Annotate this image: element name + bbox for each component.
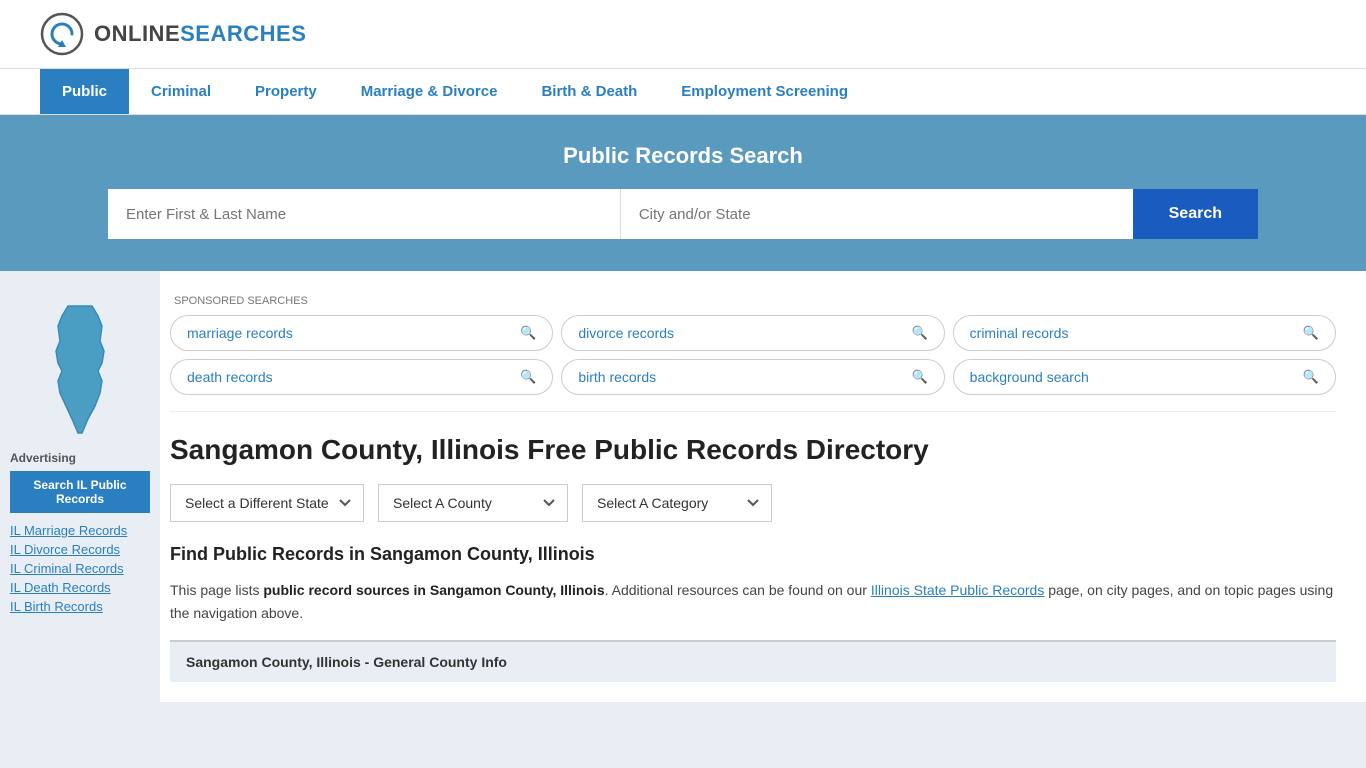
location-input[interactable] <box>621 189 1133 239</box>
pill-divorce[interactable]: divorce records 🔍 <box>561 315 944 351</box>
main-navigation: Public Criminal Property Marriage & Divo… <box>0 69 1366 115</box>
pill-death[interactable]: death records 🔍 <box>170 359 553 395</box>
search-banner-title: Public Records Search <box>40 143 1326 169</box>
name-input[interactable] <box>108 189 621 239</box>
county-info-bar: Sangamon County, Illinois - General Coun… <box>170 640 1336 682</box>
nav-item-marriage-divorce[interactable]: Marriage & Divorce <box>339 69 520 114</box>
logo-icon <box>40 12 84 56</box>
sidebar-link-birth[interactable]: IL Birth Records <box>10 599 150 614</box>
content-wrapper: Advertising Search IL Public Records IL … <box>0 271 1366 702</box>
search-icon-5: 🔍 <box>1303 369 1319 385</box>
search-icon-3: 🔍 <box>520 369 536 385</box>
pill-criminal[interactable]: criminal records 🔍 <box>953 315 1336 351</box>
sidebar-link-marriage[interactable]: IL Marriage Records <box>10 523 150 538</box>
nav-item-property[interactable]: Property <box>233 69 339 114</box>
pill-marriage[interactable]: marriage records 🔍 <box>170 315 553 351</box>
pill-background[interactable]: background search 🔍 <box>953 359 1336 395</box>
sidebar-link-death[interactable]: IL Death Records <box>10 580 150 595</box>
search-banner: Public Records Search Search <box>0 115 1366 271</box>
search-icon-1: 🔍 <box>911 325 927 341</box>
dropdowns-row: Select a Different State Select A County… <box>170 484 1336 522</box>
sidebar-ad-label: Advertising <box>10 451 150 465</box>
sponsored-section: SPONSORED SEARCHES marriage records 🔍 di… <box>170 285 1336 412</box>
sidebar-link-divorce[interactable]: IL Divorce Records <box>10 542 150 557</box>
search-icon-4: 🔍 <box>911 369 927 385</box>
county-dropdown[interactable]: Select A County <box>378 484 568 522</box>
site-header: ONLINE SEARCHES <box>0 0 1366 69</box>
description-paragraph: This page lists public record sources in… <box>170 579 1336 624</box>
search-button[interactable]: Search <box>1133 189 1258 239</box>
logo[interactable]: ONLINE SEARCHES <box>40 12 306 56</box>
left-panel: Advertising Search IL Public Records IL … <box>0 271 160 702</box>
logo-text: ONLINE SEARCHES <box>94 21 306 47</box>
state-records-link[interactable]: Illinois State Public Records <box>871 582 1045 598</box>
nav-item-employment[interactable]: Employment Screening <box>659 69 870 114</box>
page-heading: Sangamon County, Illinois Free Public Re… <box>170 412 1336 484</box>
illinois-map <box>30 301 130 441</box>
search-form: Search <box>108 189 1258 239</box>
sponsored-label: SPONSORED SEARCHES <box>170 295 1336 307</box>
sidebar-link-criminal[interactable]: IL Criminal Records <box>10 561 150 576</box>
pill-birth[interactable]: birth records 🔍 <box>561 359 944 395</box>
state-map-area <box>0 281 160 451</box>
sidebar-content: Advertising Search IL Public Records IL … <box>0 451 160 614</box>
find-records-heading: Find Public Records in Sangamon County, … <box>170 544 1336 565</box>
nav-item-public[interactable]: Public <box>40 69 129 114</box>
search-icon-0: 🔍 <box>520 325 536 341</box>
nav-item-birth-death[interactable]: Birth & Death <box>519 69 659 114</box>
state-dropdown[interactable]: Select a Different State <box>170 484 364 522</box>
category-dropdown[interactable]: Select A Category <box>582 484 772 522</box>
nav-item-criminal[interactable]: Criminal <box>129 69 233 114</box>
search-pills-grid: marriage records 🔍 divorce records 🔍 cri… <box>170 315 1336 395</box>
search-icon-2: 🔍 <box>1303 325 1319 341</box>
sidebar-ad-button[interactable]: Search IL Public Records <box>10 471 150 513</box>
logo-searches: SEARCHES <box>180 21 306 47</box>
page-title: Sangamon County, Illinois Free Public Re… <box>170 432 1336 468</box>
logo-online: ONLINE <box>94 21 180 47</box>
right-content: SPONSORED SEARCHES marriage records 🔍 di… <box>160 271 1366 702</box>
